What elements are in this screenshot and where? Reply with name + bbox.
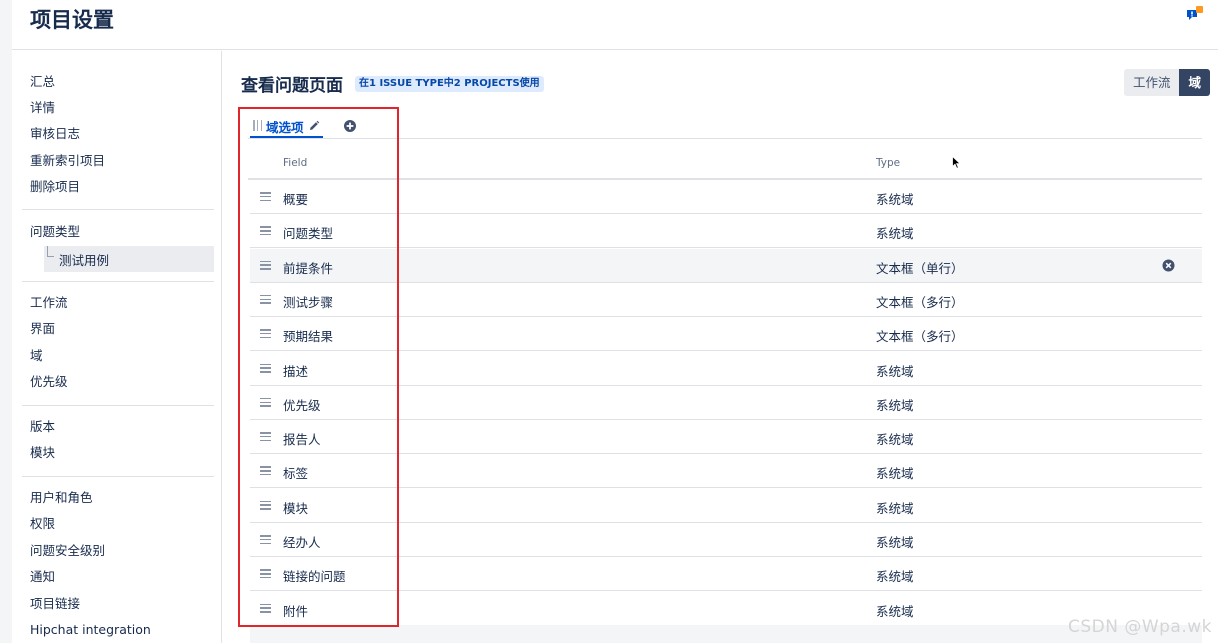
sidebar-item-project-links[interactable]: 项目链接: [30, 595, 80, 613]
sidebar-divider: [22, 281, 214, 282]
field-name: 问题类型: [283, 226, 334, 242]
table-row[interactable]: 概要 系统域: [250, 180, 1202, 214]
toggle-field-button[interactable]: 域: [1179, 69, 1210, 96]
sidebar-item-notifications[interactable]: 通知: [30, 568, 55, 586]
field-name: 概要: [283, 192, 309, 207]
field-name: 模块: [283, 500, 309, 516]
sidebar-item-priorities[interactable]: 优先级: [30, 373, 68, 391]
field-type: 系统域: [876, 569, 914, 585]
table-row[interactable]: 链接的问题 系统域: [250, 557, 1202, 592]
table-row[interactable]: 附件 系统域: [250, 592, 1202, 626]
sidebar-item-hipchat[interactable]: Hipchat integration: [30, 621, 151, 639]
field-name: 标签: [283, 466, 309, 482]
field-type: 系统域: [876, 192, 914, 207]
drag-handle-icon[interactable]: [260, 329, 271, 339]
field-type: 系统域: [876, 363, 914, 379]
table-row[interactable]: 测试步骤 文本框（多行）: [250, 283, 1202, 317]
page-header: 项目设置: [12, 0, 1218, 50]
column-header-type: Type: [876, 157, 901, 169]
table-footer: [250, 625, 1202, 643]
sidebar-item-audit-log[interactable]: 审核日志: [30, 125, 80, 143]
sidebar-item-issue-types[interactable]: 问题类型: [30, 223, 80, 241]
drag-handle-icon[interactable]: [260, 535, 271, 544]
drag-handle-icon[interactable]: [260, 500, 271, 510]
sidebar-subitem-test-case[interactable]: 测试用例: [44, 246, 214, 272]
remove-field-icon[interactable]: [1162, 259, 1175, 272]
tab-label: 域选项: [266, 119, 304, 135]
sidebar-item-delete-project[interactable]: 删除项目: [30, 178, 80, 196]
field-name: 链接的问题: [283, 569, 346, 585]
table-row[interactable]: 报告人 系统域: [250, 420, 1202, 455]
table-row[interactable]: 标签 系统域: [250, 454, 1202, 489]
sidebar-divider: [22, 476, 214, 477]
field-type: 系统域: [876, 466, 914, 482]
field-name: 测试步骤: [283, 294, 334, 310]
field-name: 前提条件: [283, 260, 334, 276]
sidebar-item-summary[interactable]: 汇总: [30, 73, 55, 91]
field-type: 系统域: [876, 397, 914, 413]
field-type: 系统域: [876, 432, 914, 448]
table-row[interactable]: 预期结果 文本框（多行）: [250, 317, 1202, 352]
table-row[interactable]: 前提条件 文本框（单行）: [250, 248, 1202, 283]
table-row[interactable]: 优先级 系统域: [250, 386, 1202, 420]
drag-handle-icon[interactable]: [260, 260, 271, 270]
drag-handle-icon[interactable]: [260, 397, 271, 407]
table-row[interactable]: 经办人 系统域: [250, 523, 1202, 557]
sidebar-item-reindex[interactable]: 重新索引项目: [30, 152, 105, 170]
watermark: CSDN @Wpa.wk: [1067, 617, 1212, 637]
sidebar-item-workflows[interactable]: 工作流: [30, 294, 68, 312]
drag-handle-icon[interactable]: [260, 294, 271, 304]
sidebar-item-screens[interactable]: 界面: [30, 320, 55, 338]
left-edge-strip: [0, 0, 12, 643]
sidebar-item-issue-security[interactable]: 问题安全级别: [30, 542, 105, 560]
view-toggle: 工作流 域: [1123, 69, 1210, 96]
sidebar-subitem-label: 测试用例: [59, 253, 110, 268]
drag-handle-icon[interactable]: [260, 363, 271, 373]
drag-handle-icon[interactable]: [260, 603, 271, 613]
field-type: 系统域: [876, 603, 914, 619]
page-title: 项目设置: [30, 8, 114, 32]
usage-badge[interactable]: 在1 ISSUE TYPE中2 PROJECTS使用: [355, 76, 544, 92]
sidebar-item-fields[interactable]: 域: [30, 347, 43, 365]
field-name: 附件: [283, 603, 309, 619]
tabs-underline: [248, 138, 1202, 139]
field-type: 系统域: [876, 500, 914, 516]
field-type: 文本框（多行）: [876, 294, 964, 310]
tree-connector: [47, 246, 54, 257]
field-name: 报告人: [283, 432, 321, 448]
field-name: 描述: [283, 363, 309, 379]
feedback-icon[interactable]: [1186, 5, 1204, 23]
sidebar-divider: [22, 209, 214, 210]
field-name: 预期结果: [283, 329, 334, 345]
drag-handle-icon[interactable]: [260, 432, 271, 442]
project-settings-sidebar: 汇总 详情 审核日志 重新索引项目 删除项目 问题类型 测试用例 工作流 界面 …: [12, 51, 222, 643]
table-row[interactable]: 模块 系统域: [250, 489, 1202, 523]
field-name: 优先级: [283, 397, 321, 413]
drag-handle-icon[interactable]: [260, 569, 271, 579]
sidebar-item-components[interactable]: 模块: [30, 444, 55, 462]
pencil-icon[interactable]: [308, 120, 320, 132]
drag-handle-icon[interactable]: [253, 120, 262, 132]
field-type: 系统域: [876, 535, 914, 550]
tab-field-options[interactable]: 域选项: [250, 116, 323, 138]
field-name: 经办人: [283, 535, 321, 550]
sidebar-item-permissions[interactable]: 权限: [30, 515, 55, 533]
sidebar-item-versions[interactable]: 版本: [30, 418, 55, 436]
sidebar-divider: [22, 405, 214, 406]
sidebar-item-users-roles[interactable]: 用户和角色: [30, 489, 93, 507]
sidebar-item-details[interactable]: 详情: [30, 99, 55, 117]
table-row[interactable]: 描述 系统域: [250, 352, 1202, 386]
drag-handle-icon[interactable]: [260, 466, 271, 476]
drag-handle-icon[interactable]: [260, 192, 271, 201]
column-header-field: Field: [283, 157, 308, 169]
field-type: 系统域: [876, 226, 914, 242]
screen-title: 查看问题页面: [241, 76, 343, 96]
add-tab-icon[interactable]: [343, 119, 357, 133]
table-row[interactable]: 问题类型 系统域: [250, 214, 1202, 249]
field-type: 文本框（单行）: [876, 260, 964, 276]
mouse-cursor-icon: [952, 156, 961, 169]
toggle-workflow-button[interactable]: 工作流: [1123, 69, 1180, 96]
field-type: 文本框（多行）: [876, 329, 964, 345]
drag-handle-icon[interactable]: [260, 226, 271, 236]
